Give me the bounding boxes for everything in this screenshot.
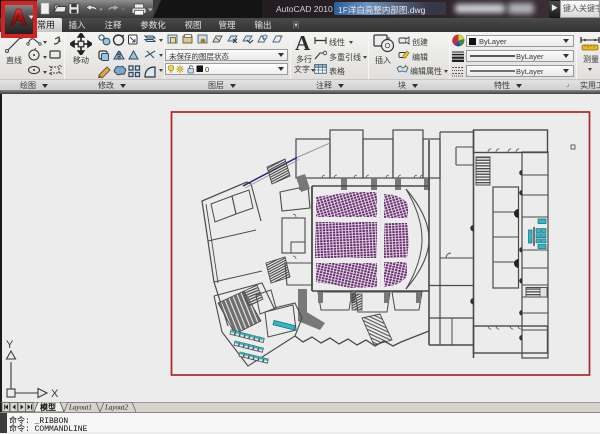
svg-text:Layout1: Layout1 [68,404,92,412]
svg-text:Layout2: Layout2 [104,404,128,412]
svg-text:X: X [51,388,59,400]
svg-text:模型: 模型 [40,402,56,412]
svg-text:Y: Y [6,340,14,351]
